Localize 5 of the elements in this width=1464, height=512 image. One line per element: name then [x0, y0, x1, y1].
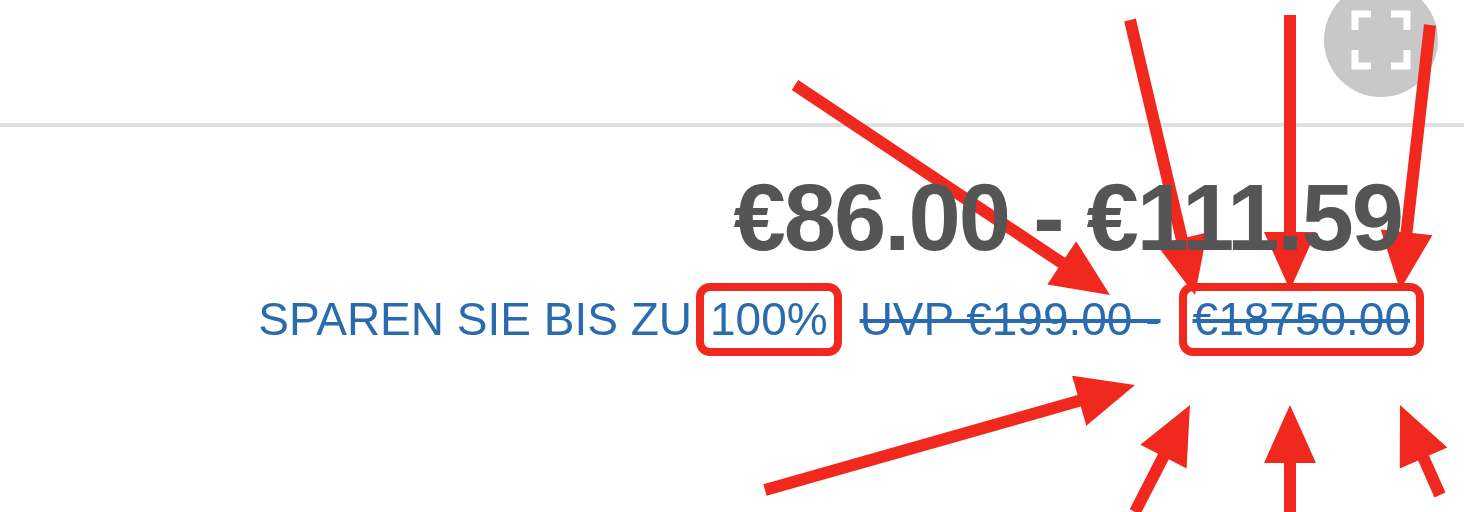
savings-percent: 100% [695, 283, 842, 356]
savings-label: SPAREN SIE BIS ZU [258, 293, 692, 346]
list-price: €18750.00 [1178, 283, 1424, 356]
list-price: UVP €199.00 - [858, 292, 1162, 347]
expand-icon [1351, 10, 1411, 70]
